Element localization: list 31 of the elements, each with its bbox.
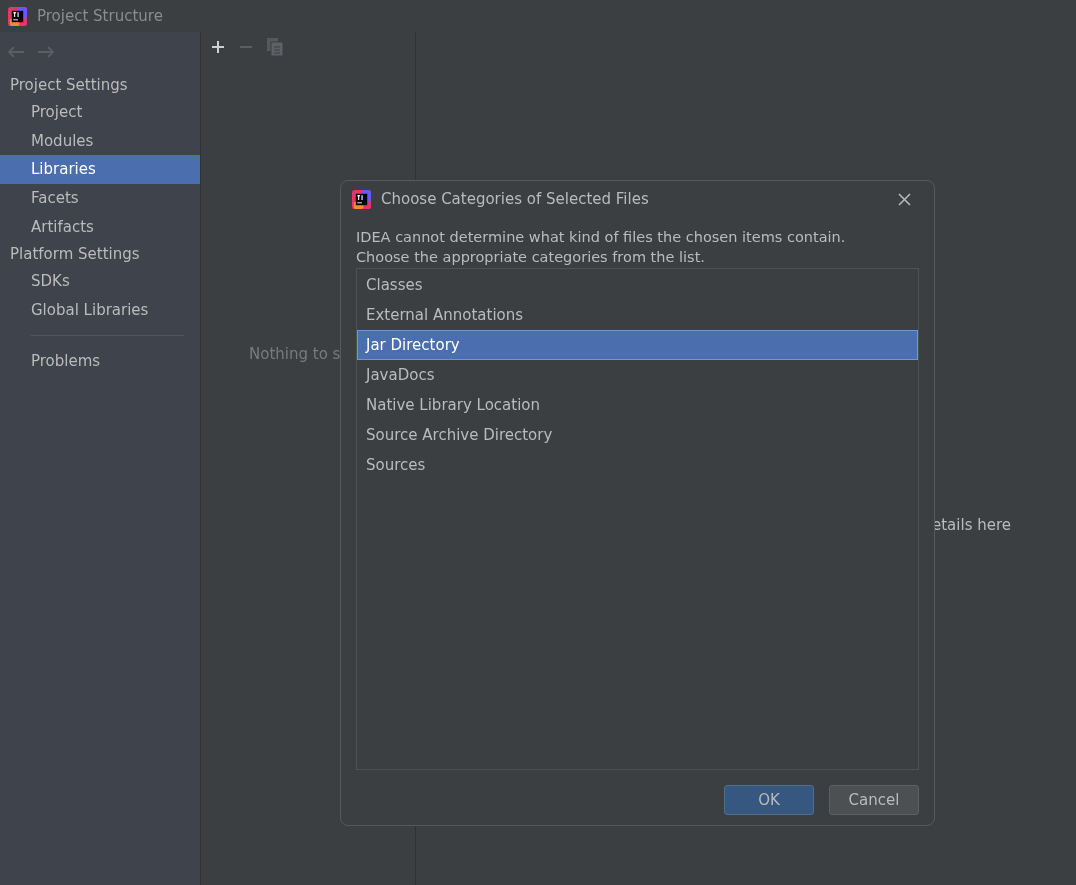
ok-button[interactable]: OK bbox=[724, 785, 814, 815]
forward-arrow-icon[interactable] bbox=[37, 45, 55, 59]
list-item[interactable]: Classes bbox=[357, 270, 918, 300]
section-header: Project Settings bbox=[9, 75, 129, 96]
list-item[interactable]: JavaDocs bbox=[357, 360, 918, 390]
list-item[interactable]: Sources bbox=[357, 450, 918, 480]
dialog-title: Choose Categories of Selected Files bbox=[381, 190, 650, 208]
sidebar-item[interactable]: SDKs bbox=[0, 266, 200, 296]
add-icon[interactable] bbox=[211, 40, 225, 54]
sidebar-item[interactable]: Libraries bbox=[0, 155, 200, 184]
copy-icon[interactable] bbox=[267, 38, 283, 56]
list-item[interactable]: Native Library Location bbox=[357, 390, 918, 420]
cancel-button[interactable]: Cancel bbox=[829, 785, 919, 815]
dialog-message: IDEA cannot determine what kind of files the chosen items contain. bbox=[356, 228, 847, 247]
list-item[interactable]: External Annotations bbox=[357, 300, 918, 330]
app-logo-icon bbox=[352, 189, 371, 209]
sidebar-item[interactable]: Problems bbox=[0, 347, 200, 376]
sidebar-item[interactable]: Global Libraries bbox=[0, 295, 200, 325]
window-title: Project Structure bbox=[37, 7, 163, 25]
back-arrow-icon[interactable] bbox=[7, 45, 25, 59]
sidebar-item[interactable]: Facets bbox=[0, 183, 200, 213]
app-logo-icon bbox=[8, 6, 27, 26]
section-header: Platform Settings bbox=[9, 243, 141, 265]
sidebar-item[interactable]: Artifacts bbox=[0, 212, 200, 241]
dialog-message: Choose the appropriate categories from the list. bbox=[356, 248, 706, 267]
sidebar-item[interactable]: Project bbox=[0, 98, 200, 127]
list-item[interactable]: Jar Directory bbox=[357, 330, 918, 360]
empty-message: Nothing to s bbox=[249, 345, 341, 363]
sidebar-item[interactable]: Modules bbox=[0, 126, 200, 156]
list-item[interactable]: Source Archive Directory bbox=[357, 420, 918, 450]
close-icon[interactable] bbox=[898, 192, 911, 206]
